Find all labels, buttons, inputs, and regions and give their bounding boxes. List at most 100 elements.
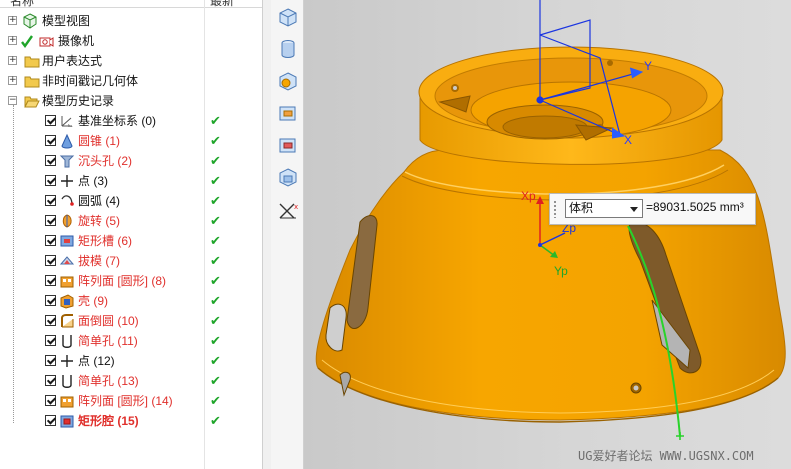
arc-icon (61, 195, 74, 206)
feature-checkbox[interactable] (45, 415, 56, 426)
up-to-date-check-icon: ✔ (210, 134, 221, 149)
panel-splitter[interactable] (262, 0, 271, 469)
cone-icon (61, 133, 73, 149)
up-to-date-check-icon: ✔ (210, 174, 221, 189)
feature-checkbox[interactable] (45, 255, 56, 266)
xp-axis-label: Xp (521, 189, 536, 203)
tree-item-user-expressions[interactable]: + 用户表达式 (0, 51, 262, 71)
history-feature-row[interactable]: 沉头孔 (2) ✔ (0, 151, 262, 171)
history-feature-row[interactable]: 阵列面 [圆形] (14) ✔ (0, 391, 262, 411)
feature-checkbox[interactable] (45, 395, 56, 406)
history-feature-row[interactable]: 点 (12) ✔ (0, 351, 262, 371)
feature-checkbox[interactable] (45, 335, 56, 346)
watermark: UG爱好者论坛 WWW.UGSNX.COM (578, 449, 754, 463)
feature-checkbox[interactable] (45, 195, 56, 206)
reuse-library-icon[interactable] (277, 102, 299, 124)
name-column-header[interactable]: 名称 (10, 0, 34, 9)
roles-icon[interactable]: x (277, 200, 299, 222)
feature-label: 阵列面 [圆形] (8) (78, 274, 167, 288)
y-axis-label: Y (644, 59, 652, 73)
feature-label: 简单孔 (11) (78, 334, 138, 348)
tree-item-label: 模型视图 (42, 14, 91, 28)
simple-hole-icon (62, 335, 72, 348)
up-to-date-check-icon: ✔ (210, 254, 221, 269)
hd3d-tools-icon[interactable] (277, 134, 299, 156)
pattern-face-icon (60, 396, 74, 408)
feature-checkbox[interactable] (45, 215, 56, 226)
tree-item-cameras[interactable]: + 摄像机 (0, 31, 262, 51)
check-icon (21, 35, 33, 49)
history-feature-row[interactable]: 圆锥 (1) ✔ (0, 131, 262, 151)
expand-toggle[interactable]: + (8, 76, 17, 85)
point-icon (61, 175, 73, 187)
tree-item-unused-geometry[interactable]: + 非时间戳记几何体 (0, 71, 262, 91)
feature-label: 壳 (9) (78, 294, 109, 308)
feature-label: 点 (3) (78, 174, 109, 188)
feature-label: 沉头孔 (2) (78, 154, 133, 168)
navigator-header: 名称 最新 (0, 0, 262, 8)
assembly-navigator-icon[interactable] (277, 6, 299, 28)
latest-column-header[interactable]: 最新 (210, 0, 234, 9)
tree-item-model-history[interactable]: − 模型历史记录 (0, 91, 262, 111)
resource-bar: x (271, 0, 304, 469)
face-blend-icon (61, 314, 74, 328)
up-to-date-check-icon: ✔ (210, 274, 221, 289)
feature-checkbox[interactable] (45, 315, 56, 326)
part-navigator: 名称 最新 + 模型视图 + 摄像机 + 用户表达式 + 非时间戳记几何体 − … (0, 0, 262, 469)
collapse-toggle[interactable]: − (8, 96, 17, 105)
history-feature-row[interactable]: 拔模 (7) ✔ (0, 251, 262, 271)
curve-end-point[interactable] (676, 432, 684, 440)
tree-item-model-views[interactable]: + 模型视图 (0, 11, 262, 31)
constraint-navigator-icon[interactable] (277, 38, 299, 60)
tree-item-label: 非时间戳记几何体 (42, 74, 139, 88)
history-feature-row[interactable]: 点 (3) ✔ (0, 171, 262, 191)
history-feature-row[interactable]: 简单孔 (11) ✔ (0, 331, 262, 351)
measure-type-value: 体积 (569, 201, 594, 215)
feature-checkbox[interactable] (45, 295, 56, 306)
feature-checkbox[interactable] (45, 355, 56, 366)
feature-label: 圆锥 (1) (78, 134, 121, 148)
history-feature-row[interactable]: 壳 (9) ✔ (0, 291, 262, 311)
shell-icon (60, 294, 74, 309)
history-feature-row[interactable]: 圆弧 (4) ✔ (0, 191, 262, 211)
web-browser-icon[interactable] (277, 166, 299, 188)
feature-checkbox[interactable] (45, 375, 56, 386)
expand-toggle[interactable]: + (8, 16, 17, 25)
rectangular-slot-icon (60, 235, 74, 247)
history-feature-row[interactable]: 旋转 (5) ✔ (0, 211, 262, 231)
history-feature-row[interactable]: 面倒圆 (10) ✔ (0, 311, 262, 331)
model-viewport[interactable]: Y X Xp Yp Zp (304, 0, 791, 469)
datum-csys-icon (61, 116, 73, 127)
history-feature-row[interactable]: 基准坐标系 (0) ✔ (0, 111, 262, 131)
drag-grip[interactable] (553, 200, 557, 218)
history-feature-row[interactable]: 矩形腔 (15) ✔ (0, 411, 262, 431)
feature-label: 圆弧 (4) (78, 194, 121, 208)
history-feature-row[interactable]: 矩形槽 (6) ✔ (0, 231, 262, 251)
feature-label: 基准坐标系 (0) (78, 114, 157, 128)
revolve-icon (62, 214, 72, 228)
up-to-date-check-icon: ✔ (210, 154, 221, 169)
feature-label: 矩形腔 (15) (78, 414, 139, 428)
folder-icon (24, 56, 40, 68)
up-to-date-check-icon: ✔ (210, 314, 221, 329)
feature-label: 矩形槽 (6) (78, 234, 133, 248)
feature-checkbox[interactable] (45, 275, 56, 286)
up-to-date-check-icon: ✔ (210, 354, 221, 369)
part-navigator-icon[interactable] (277, 70, 299, 92)
feature-checkbox[interactable] (45, 175, 56, 186)
measure-type-select[interactable]: 体积 (565, 199, 643, 218)
rectangular-pocket-icon (60, 415, 74, 428)
part-body[interactable] (315, 46, 786, 423)
history-feature-row[interactable]: 简单孔 (13) ✔ (0, 371, 262, 391)
feature-label: 旋转 (5) (78, 214, 121, 228)
history-feature-row[interactable]: 阵列面 [圆形] (8) ✔ (0, 271, 262, 291)
chevron-down-icon (630, 207, 638, 212)
expand-toggle[interactable]: + (8, 36, 17, 45)
feature-checkbox[interactable] (45, 235, 56, 246)
expand-toggle[interactable]: + (8, 56, 17, 65)
feature-checkbox[interactable] (45, 115, 56, 126)
feature-checkbox[interactable] (45, 135, 56, 146)
feature-checkbox[interactable] (45, 155, 56, 166)
graphics-window[interactable]: Y X Xp Yp Zp (304, 0, 791, 469)
tree-item-label: 用户表达式 (42, 54, 103, 68)
